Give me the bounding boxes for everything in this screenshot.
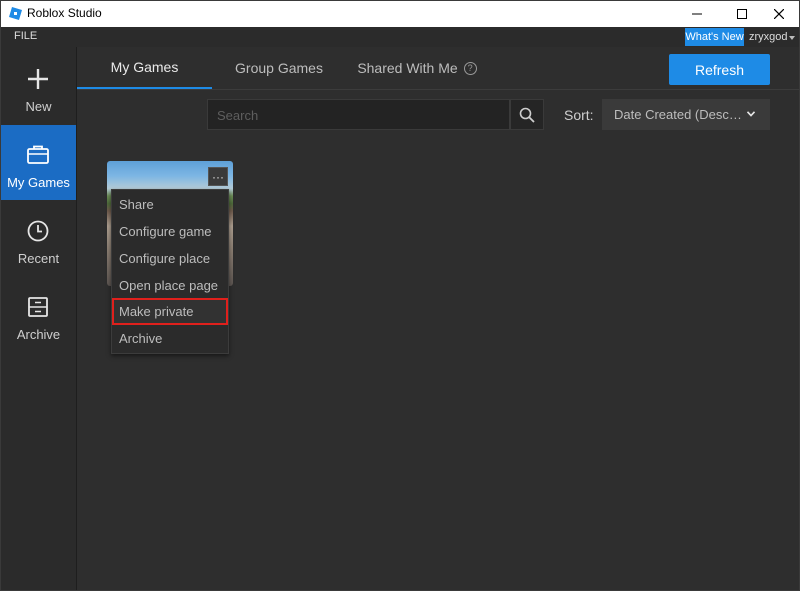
menu-item-share[interactable]: Share: [112, 191, 228, 218]
clock-icon: [27, 220, 49, 242]
app-window: Roblox Studio FILE What's New zryxgod Ne…: [0, 0, 800, 591]
menu-item-open-place-page[interactable]: Open place page: [112, 272, 228, 299]
menu-item-archive[interactable]: Archive: [112, 325, 228, 352]
tab-shared-with-me[interactable]: Shared With Me ?: [347, 47, 487, 89]
menu-item-configure-place[interactable]: Configure place: [112, 245, 228, 272]
menu-bar: FILE: [1, 27, 799, 47]
briefcase-icon: [27, 145, 49, 164]
sidebar: New My Games Recent Archive: [1, 47, 77, 590]
tab-my-games[interactable]: My Games: [77, 47, 212, 89]
sidebar-item-label: Recent: [17, 251, 60, 266]
menu-item-configure-game[interactable]: Configure game: [112, 218, 228, 245]
sidebar-item-label: Archive: [16, 327, 61, 342]
help-circle-icon[interactable]: ?: [463, 61, 477, 75]
title-bar: Roblox Studio: [1, 1, 799, 27]
plus-icon: [28, 69, 48, 89]
more-options-button[interactable]: ···: [208, 167, 228, 186]
search-input[interactable]: Search: [207, 99, 510, 130]
refresh-button[interactable]: Refresh: [669, 54, 770, 85]
sort-label: Sort:: [564, 107, 594, 123]
close-icon: [774, 9, 784, 19]
username-menu[interactable]: zryxgod: [749, 31, 788, 43]
maximize-icon: [737, 9, 747, 19]
sort-selected-value: Date Created (Descending): [614, 107, 746, 122]
menu-item-make-private[interactable]: Make private: [112, 298, 228, 325]
minimize-button[interactable]: [679, 1, 715, 27]
archive-box-icon: [28, 297, 48, 317]
close-button[interactable]: [761, 1, 797, 27]
whats-new-button[interactable]: What's New: [685, 28, 744, 46]
tab-label: Shared With Me: [357, 60, 458, 76]
sidebar-item-recent[interactable]: Recent: [1, 201, 76, 277]
caret-down-icon[interactable]: [789, 36, 795, 40]
roblox-logo-icon: [9, 7, 22, 20]
search-button[interactable]: [510, 99, 544, 130]
sidebar-item-new[interactable]: New: [1, 49, 76, 125]
file-menu[interactable]: FILE: [14, 30, 37, 42]
game-context-menu: Share Configure game Configure place Ope…: [111, 189, 229, 354]
tab-label: My Games: [110, 59, 179, 75]
tab-label: Group Games: [235, 60, 323, 76]
sort-dropdown[interactable]: Date Created (Descending): [602, 99, 770, 130]
sidebar-item-label: New: [25, 99, 52, 114]
maximize-button[interactable]: [724, 1, 760, 27]
sidebar-item-label: My Games: [7, 175, 70, 190]
tab-group-games[interactable]: Group Games: [219, 47, 339, 89]
minimize-icon: [692, 13, 702, 15]
sidebar-item-archive[interactable]: Archive: [1, 277, 76, 353]
sidebar-item-my-games[interactable]: My Games: [1, 125, 76, 200]
chevron-down-icon[interactable]: [747, 111, 755, 117]
window-title: Roblox Studio: [27, 6, 102, 20]
search-icon: [519, 107, 535, 123]
